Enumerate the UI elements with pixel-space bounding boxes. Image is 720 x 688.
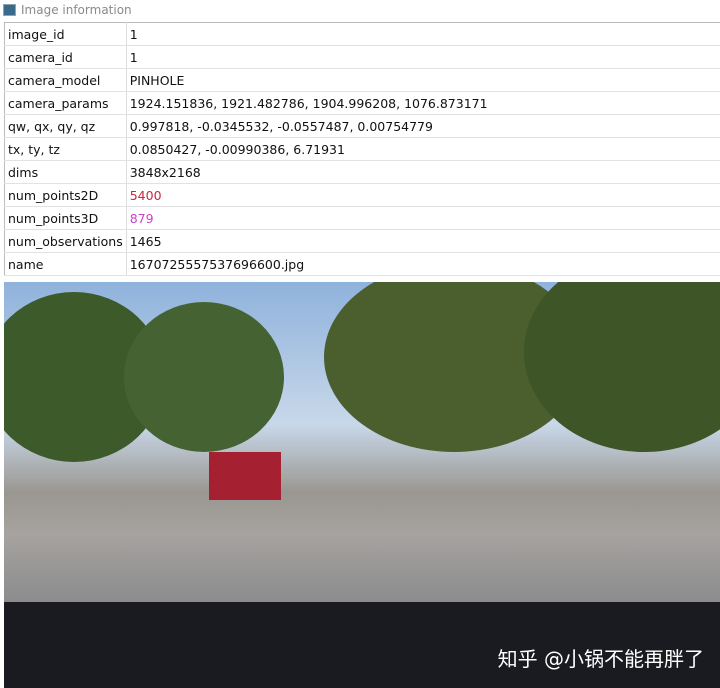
table-row: name 1670725557537696600.jpg bbox=[4, 252, 720, 276]
row-value: 0.997818, -0.0345532, -0.0557487, 0.0075… bbox=[126, 114, 720, 138]
row-value: 5400 bbox=[126, 183, 720, 207]
row-key: num_observations bbox=[4, 229, 127, 253]
row-key: dims bbox=[4, 160, 127, 184]
row-key: camera_params bbox=[4, 91, 127, 115]
table-row: image_id 1 bbox=[4, 22, 720, 46]
window-titlebar: Image information bbox=[0, 0, 720, 20]
table-row: tx, ty, tz 0.0850427, -0.00990386, 6.7193… bbox=[4, 137, 720, 161]
table-row: num_points3D 879 bbox=[4, 206, 720, 230]
tree bbox=[524, 282, 720, 452]
row-key: camera_model bbox=[4, 68, 127, 92]
image-info-table: image_id 1 camera_id 1 camera_model PINHOLE ca… bbox=[4, 22, 720, 276]
row-key: camera_id bbox=[4, 45, 127, 69]
row-value: 1 bbox=[126, 22, 720, 46]
row-value: 0.0850427, -0.00990386, 6.71931 bbox=[126, 137, 720, 161]
row-value: 3848x2168 bbox=[126, 160, 720, 184]
row-value: 879 bbox=[126, 206, 720, 230]
window-icon bbox=[3, 4, 16, 16]
table-row: camera_params 1924.151836, 1921.482786, 1… bbox=[4, 91, 720, 115]
row-key: num_points2D bbox=[4, 183, 127, 207]
row-value: 1 bbox=[126, 45, 720, 69]
row-value: PINHOLE bbox=[126, 68, 720, 92]
table-row: camera_model PINHOLE bbox=[4, 68, 720, 92]
table-row: num_points2D 5400 bbox=[4, 183, 720, 207]
truck bbox=[209, 452, 281, 500]
row-value: 1924.151836, 1921.482786, 1904.996208, 1… bbox=[126, 91, 720, 115]
image-preview[interactable]: 知乎 @小锅不能再胖了 bbox=[4, 282, 720, 688]
watermark: 知乎 @小锅不能再胖了 bbox=[497, 647, 704, 671]
table-row: num_observations 1465 bbox=[4, 229, 720, 253]
row-key: num_points3D bbox=[4, 206, 127, 230]
row-key: image_id bbox=[4, 22, 127, 46]
table-row: qw, qx, qy, qz 0.997818, -0.0345532, -0.0… bbox=[4, 114, 720, 138]
row-value: 1465 bbox=[126, 229, 720, 253]
table-row: camera_id 1 bbox=[4, 45, 720, 69]
row-key: name bbox=[4, 252, 127, 276]
window-title: Image information bbox=[21, 3, 132, 17]
row-value: 1670725557537696600.jpg bbox=[126, 252, 720, 276]
tree bbox=[124, 302, 284, 452]
row-key: tx, ty, tz bbox=[4, 137, 127, 161]
row-key: qw, qx, qy, qz bbox=[4, 114, 127, 138]
table-row: dims 3848x2168 bbox=[4, 160, 720, 184]
